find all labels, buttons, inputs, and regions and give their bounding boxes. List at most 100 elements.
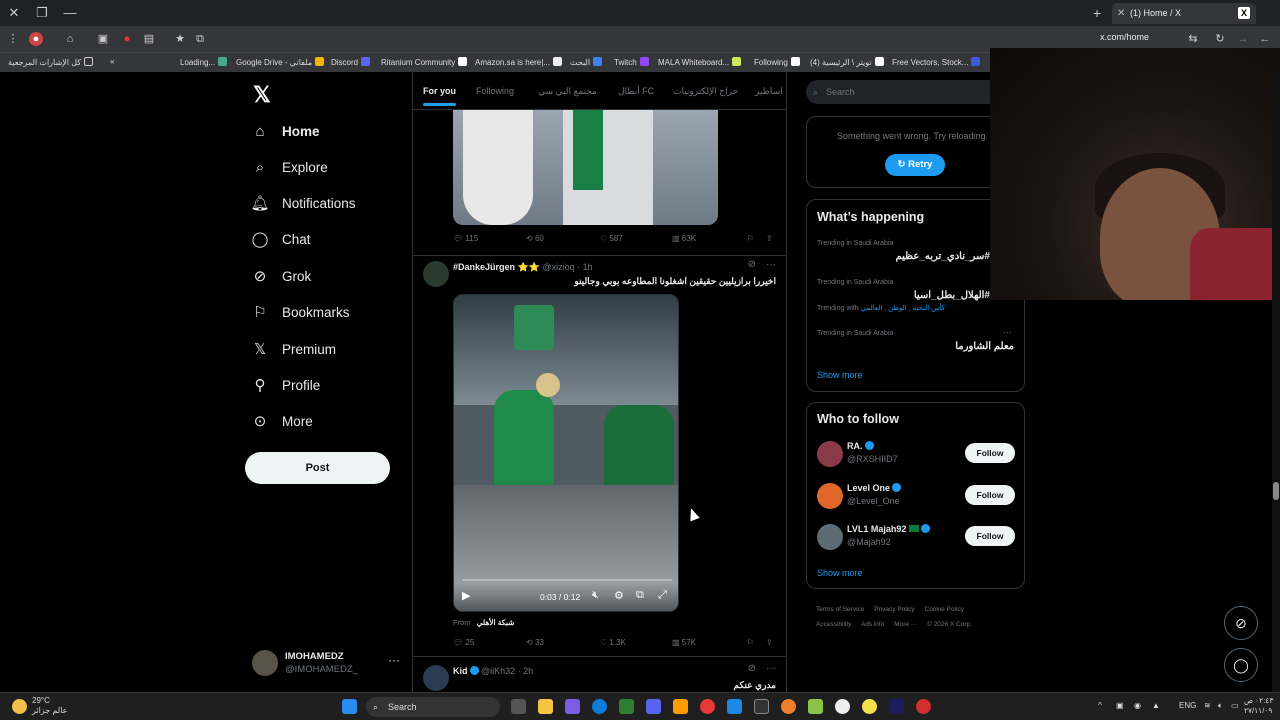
like-button[interactable]: ♡ 587 [600, 234, 623, 243]
discord-icon[interactable] [646, 699, 661, 714]
more-dots-icon[interactable]: ··· [388, 653, 400, 667]
forward-icon[interactable]: → [1236, 32, 1250, 46]
fullscreen-icon[interactable]: ⤢ [658, 589, 667, 602]
back-icon[interactable]: ← [1258, 32, 1272, 46]
tab-community-legends[interactable]: اساطير [755, 86, 783, 97]
minimize-window-icon[interactable]: — [61, 4, 79, 22]
battery-icon[interactable]: ▭ [1231, 701, 1239, 710]
account-switcher[interactable]: IMOHAMEDZ @IMOHAMEDZ_ ··· [252, 646, 402, 682]
after-effects-icon[interactable] [889, 699, 904, 714]
bookmark-search[interactable]: البحث [570, 57, 603, 67]
nav-premium[interactable]: 𝕏 Premium [250, 334, 336, 364]
share-icon[interactable]: ⇪ [766, 234, 773, 243]
like-button[interactable]: ♡ 1.3K [600, 638, 626, 647]
reply-button[interactable]: 💬︎ 25 [453, 638, 474, 647]
illustrator-icon[interactable] [673, 699, 688, 714]
follow-button[interactable]: Follow [965, 526, 1015, 546]
views-button[interactable]: ▥ 63K [672, 234, 696, 243]
weather-widget[interactable]: 29°C عالم جزائر [32, 696, 67, 716]
tray-app-icon[interactable]: ▲ [1152, 701, 1160, 710]
bookmark-following[interactable]: Following [754, 57, 800, 67]
tab-community-pc[interactable]: مجتمع البي سي [538, 86, 597, 97]
video-progress[interactable] [462, 579, 672, 581]
follow-suggestion[interactable]: Level One @Level_One Follow [817, 481, 1017, 511]
taskbar-search[interactable]: ⌕ Search [366, 697, 500, 717]
nav-profile[interactable]: ⚲ Profile [250, 370, 321, 400]
tray-app-icon[interactable]: ◉ [1134, 701, 1141, 710]
footer-link[interactable]: Privacy Policy [874, 606, 914, 613]
footer-link[interactable]: More ··· [894, 621, 917, 628]
browser-tab-active[interactable]: ✕ (1) Home / X X [1112, 3, 1256, 24]
follow-suggestion[interactable]: LVL1 Majah92 @Majah92 Follow [817, 522, 1017, 552]
post[interactable]: Kid @iiKh32 · 2h ⊘ ··· مدري عنكم [413, 657, 786, 692]
nav-explore[interactable]: ⌕ Explore [250, 152, 328, 182]
address-bar-url[interactable]: x.com/home [1100, 32, 1149, 42]
language-indicator[interactable]: ENG [1179, 701, 1196, 710]
screenshot-icon[interactable]: ▤ [142, 32, 156, 46]
file-explorer-icon[interactable] [538, 699, 553, 714]
search-input[interactable]: ⌕ Search [806, 80, 1006, 104]
weather-icon[interactable] [12, 699, 27, 714]
footer-link[interactable]: Terms of Service [816, 606, 864, 613]
app-icon[interactable] [862, 699, 877, 714]
grok-icon[interactable]: ⊘ [748, 663, 756, 674]
bookmarks-overflow-icon[interactable]: « [110, 57, 114, 66]
wifi-icon[interactable]: ≋ [1204, 701, 1211, 710]
bookmark-icon[interactable]: ⚐ [747, 234, 754, 243]
tray-app-icon[interactable]: ▣ [1116, 701, 1124, 710]
settings-icon[interactable]: ⚙ [614, 589, 624, 602]
avatar[interactable] [423, 665, 449, 691]
profile-avatar-icon[interactable]: ● [29, 32, 43, 46]
bookmark-twitter-home[interactable]: (4) تويتر \ الرئيسية [810, 57, 884, 67]
nav-home[interactable]: ⌂ Home [250, 116, 319, 146]
follow-button[interactable]: Follow [965, 485, 1015, 505]
tab-community-electronics[interactable]: حراج الإلكترونيات [673, 86, 738, 97]
post-button[interactable]: Post [245, 452, 390, 484]
tab-community-fc[interactable]: أبطال FC [618, 86, 654, 97]
copilot-icon[interactable] [565, 699, 580, 714]
trend-item[interactable]: #سر_نادي_تربه_عظيم [895, 251, 990, 262]
bookmark-loading[interactable]: Loading... [180, 57, 228, 67]
bookmark-mala[interactable]: MALA Whiteboard... [658, 57, 742, 67]
page-scrollbar[interactable] [1272, 72, 1280, 692]
mute-icon[interactable]: 🔇︎ [592, 589, 599, 602]
post-image[interactable] [453, 110, 718, 225]
volume-icon[interactable]: 🔈︎ [1218, 701, 1223, 711]
nav-more[interactable]: ⊙ More [250, 406, 313, 436]
bookmark-icon[interactable]: ⚐ [747, 638, 754, 647]
chat-float-icon[interactable]: ◯ [1224, 648, 1258, 682]
calculator-icon[interactable] [754, 699, 769, 714]
app-icon[interactable] [808, 699, 823, 714]
reply-button[interactable]: 💬︎ 115 [453, 234, 478, 243]
repost-button[interactable]: ⟲ 60 [526, 234, 544, 243]
avatar[interactable] [423, 261, 449, 287]
retry-button[interactable]: ↻ Retry [885, 154, 945, 176]
chrome-icon[interactable] [700, 699, 715, 714]
app-icon[interactable] [916, 699, 931, 714]
post-author[interactable]: #DankeJürgen ⭐⭐ @xizioq · 1h [453, 262, 593, 273]
post-author[interactable]: Kid @iiKh32 · 2h [453, 666, 533, 676]
task-view-icon[interactable] [511, 699, 526, 714]
close-window-icon[interactable]: ✕ [5, 4, 23, 22]
tray-overflow-icon[interactable]: ^ [1098, 701, 1102, 710]
bookmark-ritanium[interactable]: Ritanium Community [381, 57, 468, 67]
new-tab-icon[interactable]: + [1093, 5, 1101, 21]
video-player[interactable]: ▶ 0:03 / 0:12 🔇︎ ⚙ ⧉ ⤢ [453, 294, 679, 612]
blender-icon[interactable] [781, 699, 796, 714]
scrollbar-thumb[interactable] [1273, 482, 1279, 500]
x-logo-icon[interactable]: 𝕏 [253, 82, 271, 108]
views-button[interactable]: ▥ 57K [672, 638, 696, 647]
follow-suggestion[interactable]: RA. @RXSHIID7 Follow [817, 439, 1017, 469]
footer-link[interactable]: Ads info [861, 621, 885, 628]
trend-item[interactable]: معلم الشاورما [955, 341, 1014, 352]
show-more-link[interactable]: Show more [817, 568, 863, 578]
repost-button[interactable]: ⟲ 33 [526, 638, 544, 647]
more-dots-icon[interactable]: ··· [766, 663, 776, 674]
recording-icon[interactable]: ● [120, 32, 134, 46]
tab-following[interactable]: Following [476, 86, 514, 96]
start-menu-icon[interactable] [342, 699, 357, 714]
clock[interactable]: ٠٢:٤٣ ص ٢٧/١١/٠٩ [1244, 696, 1273, 716]
tab-for-you[interactable]: For you [423, 86, 456, 106]
video-source-link[interactable]: شبكة الأهلي [477, 618, 515, 627]
bookmark-discord[interactable]: Discord [331, 57, 371, 67]
